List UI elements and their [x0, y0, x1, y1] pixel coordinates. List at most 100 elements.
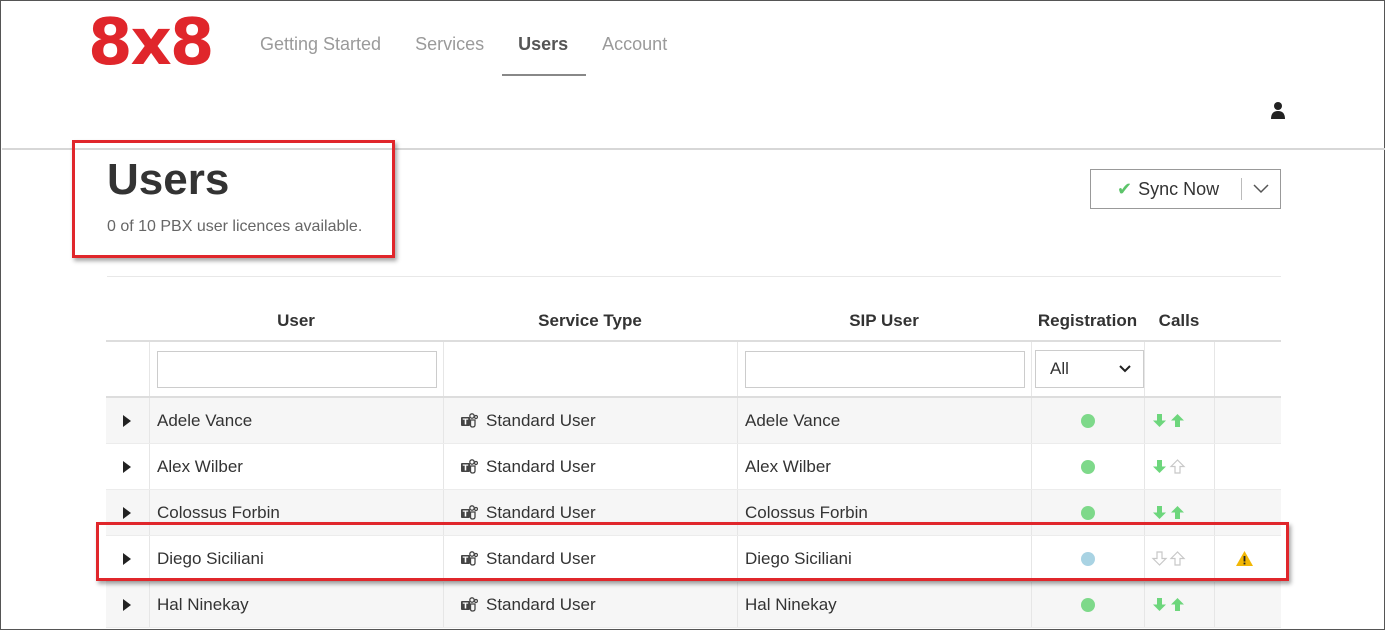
nav-services[interactable]: Services: [399, 22, 502, 76]
header-divider: [2, 148, 1385, 150]
sip-user: Alex Wilber: [745, 456, 831, 476]
licence-summary: 0 of 10 PBX user licences available.: [107, 218, 363, 235]
user-account-icon[interactable]: [1270, 100, 1286, 120]
sip-user-cell: Diego Siciliani: [737, 536, 1031, 581]
header-user[interactable]: User: [149, 302, 443, 340]
service-type: Standard User: [486, 548, 596, 568]
page-title: Users: [107, 155, 230, 204]
calls-cell: [1144, 444, 1214, 489]
header-status: [1214, 302, 1281, 340]
user-name: Alex Wilber: [157, 456, 243, 476]
service-type: Standard User: [486, 456, 596, 476]
status-cell: [1214, 398, 1281, 443]
calls-cell: [1144, 582, 1214, 627]
call-direction-indicators: [1151, 550, 1186, 567]
sip-user-cell: Colossus Forbin: [737, 490, 1031, 535]
expand-row-icon[interactable]: [123, 460, 131, 473]
header-service-type[interactable]: Service Type: [443, 302, 737, 340]
outgoing-call-icon: [1169, 551, 1186, 566]
sip-user-filter-input[interactable]: [745, 350, 1025, 388]
outgoing-call-icon: [1171, 506, 1184, 519]
brand-logo[interactable]: 8x8: [88, 8, 214, 78]
expand-row-icon[interactable]: [123, 506, 131, 519]
nav-getting-started[interactable]: Getting Started: [244, 22, 399, 76]
teams-icon: T: [461, 412, 478, 428]
expand-cell: [106, 582, 149, 627]
warning-icon[interactable]: [1235, 550, 1254, 567]
header-registration[interactable]: Registration: [1031, 302, 1144, 340]
registration-filter-select[interactable]: All: [1035, 350, 1144, 388]
sync-now-label: Sync Now: [1138, 178, 1220, 199]
user-filter-cell: [149, 342, 443, 396]
table-row[interactable]: Diego Siciliani T Standard User Diego Sicil…: [106, 536, 1281, 582]
header-calls[interactable]: Calls: [1144, 302, 1214, 340]
registration-status-dot: [1081, 413, 1095, 428]
expand-cell: [106, 536, 149, 581]
user-cell: Hal Ninekay: [149, 582, 443, 627]
header-sip-user[interactable]: SIP User: [737, 302, 1031, 340]
incoming-call-icon: [1153, 460, 1166, 473]
registration-status-dot: [1081, 597, 1095, 612]
chevron-down-icon: [1253, 184, 1269, 194]
table-header-row: User Service Type SIP User Registration …: [106, 302, 1281, 342]
user-cell: Diego Siciliani: [149, 536, 443, 581]
expand-cell: [106, 490, 149, 535]
sip-user: Hal Ninekay: [745, 594, 837, 614]
top-nav: Getting Started Services Users Account: [244, 22, 685, 76]
table-body: Adele Vance T Standard User Adele Vance Alex…: [106, 398, 1281, 628]
registration-status-dot: [1081, 551, 1095, 566]
service-type-cell: T Standard User: [443, 444, 737, 489]
calls-cell: [1144, 398, 1214, 443]
expand-row-icon[interactable]: [123, 414, 131, 427]
incoming-call-icon: [1153, 506, 1166, 519]
status-filter-cell: [1214, 342, 1281, 396]
call-direction-indicators: [1151, 504, 1186, 521]
call-direction-indicators: [1151, 596, 1186, 613]
sip-user-cell: Alex Wilber: [737, 444, 1031, 489]
teams-icon: T: [461, 596, 478, 612]
outgoing-call-icon: [1171, 414, 1184, 427]
sync-now-split-button: ✔ Sync Now: [1090, 169, 1281, 209]
expand-cell: [106, 444, 149, 489]
svg-text:T: T: [463, 555, 469, 564]
sync-now-button[interactable]: ✔ Sync Now: [1091, 170, 1241, 208]
table-row[interactable]: Adele Vance T Standard User Adele Vance: [106, 398, 1281, 444]
incoming-call-icon: [1151, 551, 1168, 566]
sip-filter-cell: [737, 342, 1031, 396]
status-cell: [1214, 490, 1281, 535]
check-icon: ✔: [1117, 178, 1133, 199]
registration-cell: [1031, 398, 1144, 443]
service-type: Standard User: [486, 502, 596, 522]
registration-filter-cell: All: [1031, 342, 1144, 396]
status-cell: [1214, 582, 1281, 627]
service-type: Standard User: [486, 594, 596, 614]
expand-row-icon[interactable]: [123, 552, 131, 565]
expand-row-icon[interactable]: [123, 598, 131, 611]
svg-text:T: T: [463, 463, 469, 472]
expand-cell: [106, 398, 149, 443]
table-row[interactable]: Hal Ninekay T Standard User Hal Ninekay: [106, 582, 1281, 628]
user-name: Colossus Forbin: [157, 502, 280, 522]
sync-options-dropdown[interactable]: [1242, 170, 1280, 208]
calls-cell: [1144, 536, 1214, 581]
registration-cell: [1031, 536, 1144, 581]
calls-cell: [1144, 490, 1214, 535]
nav-account[interactable]: Account: [586, 22, 685, 76]
registration-cell: [1031, 490, 1144, 535]
header-expand: [106, 302, 149, 340]
sip-user-cell: Adele Vance: [737, 398, 1031, 443]
user-name: Adele Vance: [157, 410, 253, 430]
table-row[interactable]: Alex Wilber T Standard User Alex Wilber: [106, 444, 1281, 490]
sip-user: Colossus Forbin: [745, 502, 868, 522]
table-row[interactable]: Colossus Forbin T Standard User Colossus Fo…: [106, 490, 1281, 536]
filter-spacer: [106, 342, 149, 396]
user-filter-input[interactable]: [157, 350, 437, 388]
calls-filter-cell: [1144, 342, 1214, 396]
sip-user: Adele Vance: [745, 410, 841, 430]
svg-text:T: T: [463, 417, 469, 426]
nav-users[interactable]: Users: [502, 22, 587, 76]
service-type-cell: T Standard User: [443, 536, 737, 581]
chevron-down-icon: [1119, 365, 1131, 373]
user-name: Diego Siciliani: [157, 548, 264, 568]
service-type-cell: T Standard User: [443, 398, 737, 443]
